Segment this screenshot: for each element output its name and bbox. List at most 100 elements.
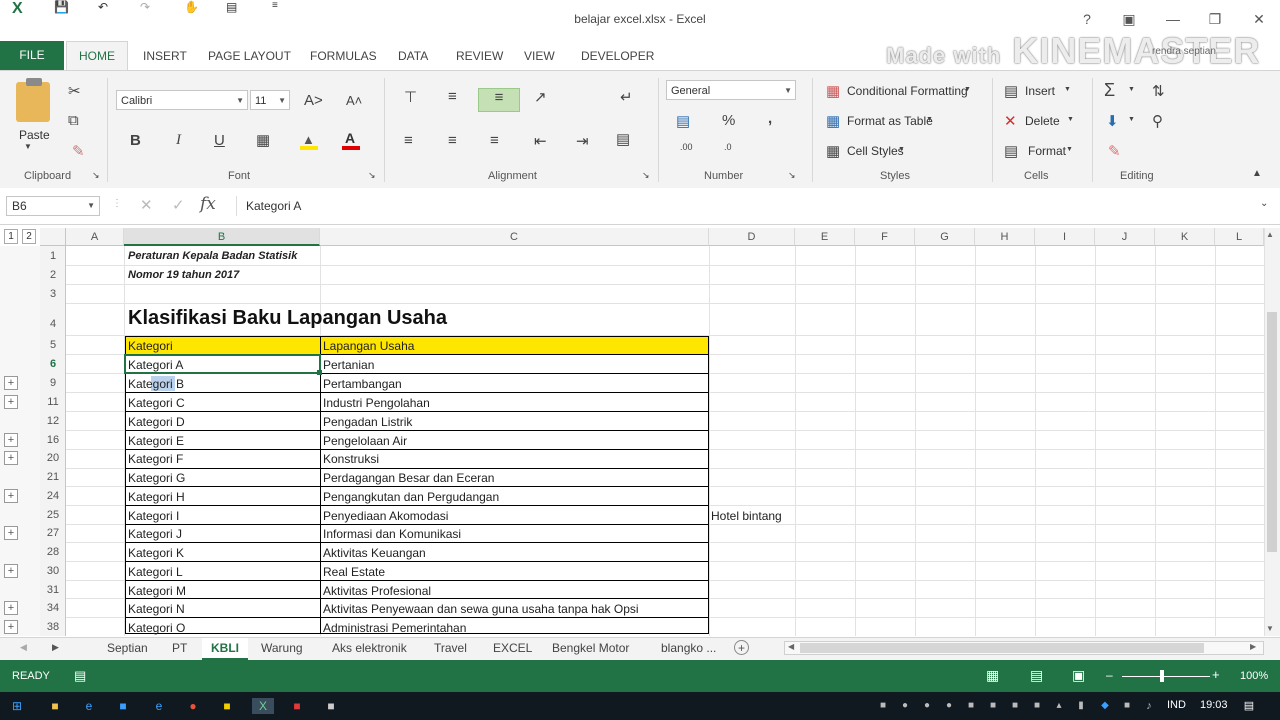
cell-lapangan[interactable]: Real Estate [323, 565, 385, 579]
cell-note[interactable]: Hotel bintang [711, 509, 782, 523]
row-header[interactable]: 12 [40, 415, 66, 427]
column-header-b[interactable]: B [124, 228, 320, 246]
sheet-tab-bengkel-motor[interactable]: Bengkel Motor [552, 641, 629, 655]
percent-style-button[interactable]: % [722, 112, 735, 129]
format-cells-icon[interactable]: ▤ [1004, 142, 1018, 160]
tab-data[interactable]: DATA [398, 49, 428, 63]
row-header[interactable]: 2 [40, 269, 66, 281]
cell-lapangan[interactable]: Aktivitas Penyewaan dan sewa guna usaha … [323, 602, 639, 616]
expand-group-button[interactable]: + [4, 395, 18, 409]
chevron-down-icon[interactable]: ▼ [1064, 86, 1071, 93]
chevron-down-icon[interactable]: ▼ [1128, 86, 1135, 93]
cell-kategori[interactable]: Kategori C [128, 396, 185, 410]
sheet-tab-septian[interactable]: Septian [107, 641, 148, 655]
scroll-up-icon[interactable]: ▲ [1266, 230, 1274, 239]
row-header[interactable]: 27 [40, 527, 66, 539]
restore-button[interactable]: ❐ [1200, 8, 1230, 30]
ie-icon[interactable]: e [150, 698, 168, 714]
cell-styles-button[interactable]: Cell Styles [847, 144, 904, 158]
increase-indent-icon[interactable]: ⇥ [576, 132, 589, 150]
column-header-c[interactable]: C [320, 228, 709, 246]
kinemaster-app-icon[interactable]: ■ [218, 698, 236, 714]
cell-lapangan[interactable]: Pertanian [323, 358, 374, 372]
row-header[interactable]: 21 [40, 471, 66, 483]
notifications-icon[interactable]: ▤ [1240, 698, 1258, 714]
cell-lapangan[interactable]: Penyediaan Akomodasi [323, 509, 448, 523]
scroll-right-icon[interactable]: ▶ [1250, 642, 1256, 651]
acrobat-icon[interactable]: ■ [288, 698, 306, 714]
row-header[interactable]: 25 [40, 509, 66, 521]
column-header-a[interactable]: A [66, 228, 124, 246]
align-left-icon[interactable]: ≡ [404, 132, 413, 149]
decrease-indent-icon[interactable]: ⇤ [534, 132, 547, 150]
column-header-f[interactable]: F [855, 228, 915, 246]
tab-view[interactable]: VIEW [524, 49, 555, 63]
column-header-i[interactable]: I [1035, 228, 1095, 246]
comma-style-button[interactable]: , [768, 110, 772, 127]
find-select-icon[interactable]: ⚲ [1152, 112, 1163, 130]
cell-lapangan[interactable]: Industri Pengolahan [323, 396, 430, 410]
number-launcher-icon[interactable]: ↘ [788, 170, 796, 181]
scroll-thumb[interactable] [1267, 312, 1277, 552]
network-icon[interactable]: ▴ [1050, 698, 1068, 714]
clock[interactable]: 19:03 [1200, 699, 1228, 711]
fill-icon[interactable]: ⬇ [1106, 112, 1119, 130]
tray-icon[interactable]: ● [918, 698, 936, 714]
note-number[interactable]: Nomor 19 tahun 2017 [128, 269, 239, 281]
tray-icon[interactable]: ■ [984, 698, 1002, 714]
font-color-icon[interactable]: A [342, 130, 360, 150]
next-sheet-icon[interactable]: ▶ [52, 642, 59, 653]
expand-group-button[interactable]: + [4, 451, 18, 465]
column-header-j[interactable]: J [1095, 228, 1155, 246]
paste-icon[interactable] [16, 82, 50, 122]
collapse-ribbon-icon[interactable]: ▲ [1252, 168, 1262, 179]
row-header[interactable]: 28 [40, 546, 66, 558]
column-header-l[interactable]: L [1215, 228, 1264, 246]
row-header[interactable]: 34 [40, 602, 66, 614]
expand-group-button[interactable]: + [4, 433, 18, 447]
row-header[interactable]: 5 [40, 339, 66, 351]
expand-group-button[interactable]: + [4, 526, 18, 540]
cell-kategori[interactable]: Kategori J [128, 527, 182, 541]
insert-cells-icon[interactable]: ▤ [1004, 82, 1018, 100]
tab-formulas[interactable]: FORMULAS [310, 49, 377, 63]
start-icon[interactable]: ⊞ [8, 698, 26, 714]
sheet-tab-warung[interactable]: Warung [261, 641, 303, 655]
expand-formula-icon[interactable]: ⌄ [1260, 198, 1268, 209]
alignment-launcher-icon[interactable]: ↘ [642, 170, 650, 181]
column-header-d[interactable]: D [709, 228, 795, 246]
row-header[interactable]: 30 [40, 565, 66, 577]
cell-kategori[interactable]: Kategori L [128, 565, 183, 579]
borders-icon[interactable]: ▦ [256, 131, 270, 149]
header-lapangan-usaha[interactable]: Lapangan Usaha [323, 339, 414, 353]
autosum-icon[interactable]: Σ [1104, 80, 1115, 101]
sort-filter-icon[interactable]: ⇅ [1152, 82, 1165, 100]
cell-kategori[interactable]: Kategori A [128, 358, 183, 372]
outlook-icon[interactable]: ■ [114, 698, 132, 714]
column-header-e[interactable]: E [795, 228, 855, 246]
cell-kategori[interactable]: Kategori D [128, 415, 185, 429]
column-header-k[interactable]: K [1155, 228, 1215, 246]
column-header-g[interactable]: G [915, 228, 975, 246]
cell-kategori[interactable]: Kategori B [128, 377, 184, 391]
cell-lapangan[interactable]: Aktivitas Profesional [323, 584, 431, 598]
tray-icon[interactable]: ■ [1118, 698, 1136, 714]
zoom-slider-thumb[interactable] [1160, 670, 1164, 682]
cell-lapangan[interactable]: Administrasi Pemerintahan [323, 621, 466, 635]
horizontal-scroll-thumb[interactable] [800, 643, 1204, 653]
cell-kategori[interactable]: Kategori F [128, 452, 183, 466]
prev-sheet-icon[interactable]: ◀ [20, 642, 27, 653]
cell-lapangan[interactable]: Pertambangan [323, 377, 402, 391]
copy-icon[interactable]: ⧉ [68, 112, 79, 129]
column-header-h[interactable]: H [975, 228, 1035, 246]
number-format-select[interactable]: General ▼ [666, 80, 796, 100]
tray-icon[interactable]: ■ [874, 698, 892, 714]
cell-kategori[interactable]: Kategori K [128, 546, 184, 560]
cut-icon[interactable]: ✂ [68, 82, 81, 100]
page-break-view-icon[interactable]: ▣ [1072, 667, 1085, 684]
chevron-down-icon[interactable]: ▼ [898, 146, 905, 153]
file-explorer-icon[interactable]: ■ [46, 698, 64, 714]
cell-kategori[interactable]: Kategori H [128, 490, 185, 504]
outline-level-2[interactable]: 2 [22, 229, 36, 244]
note-regulation[interactable]: Peraturan Kepala Badan Statisik [128, 250, 297, 262]
